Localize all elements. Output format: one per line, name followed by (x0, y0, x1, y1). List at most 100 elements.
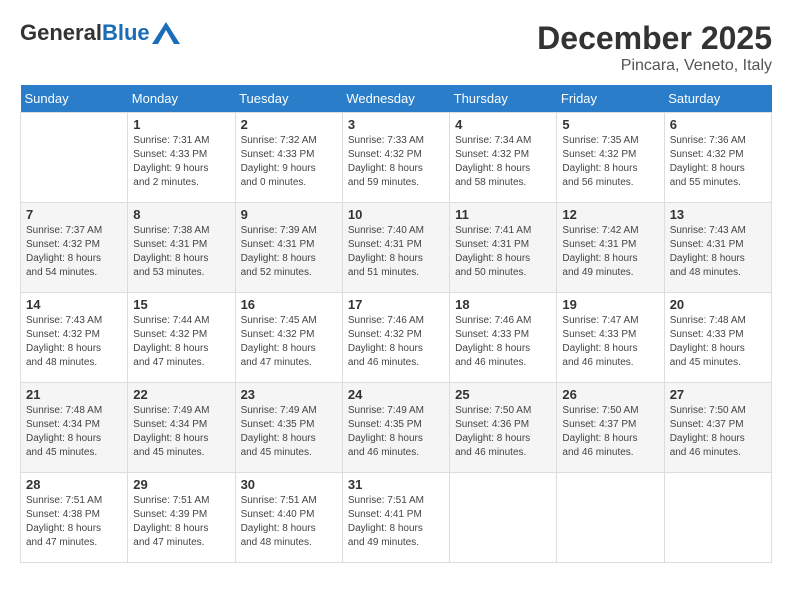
day-info: Sunrise: 7:51 AMSunset: 4:39 PMDaylight:… (133, 494, 229, 550)
calendar-week-4: 21 Sunrise: 7:48 AMSunset: 4:34 PMDayligh… (21, 383, 772, 473)
day-info: Sunrise: 7:50 AMSunset: 4:36 PMDaylight:… (455, 404, 551, 460)
day-info: Sunrise: 7:34 AMSunset: 4:32 PMDaylight:… (455, 134, 551, 190)
calendar-header-row: SundayMondayTuesdayWednesdayThursdayFrid… (21, 85, 772, 113)
day-number: 13 (670, 207, 766, 222)
day-number: 27 (670, 387, 766, 402)
day-info: Sunrise: 7:31 AMSunset: 4:33 PMDaylight:… (133, 134, 229, 190)
day-info: Sunrise: 7:49 AMSunset: 4:35 PMDaylight:… (241, 404, 337, 460)
day-number: 9 (241, 207, 337, 222)
day-info: Sunrise: 7:39 AMSunset: 4:31 PMDaylight:… (241, 224, 337, 280)
day-info: Sunrise: 7:46 AMSunset: 4:33 PMDaylight:… (455, 314, 551, 370)
calendar-cell: 3 Sunrise: 7:33 AMSunset: 4:32 PMDaylight… (342, 113, 449, 203)
col-header-friday: Friday (557, 85, 664, 113)
calendar-cell: 22Sunrise: 7:49 AMSunset: 4:34 PMDayligh… (128, 383, 235, 473)
calendar-cell (21, 113, 128, 203)
calendar: SundayMondayTuesdayWednesdayThursdayFrid… (20, 85, 772, 563)
day-info: Sunrise: 7:51 AMSunset: 4:40 PMDaylight:… (241, 494, 337, 550)
calendar-week-1: 1Sunrise: 7:31 AMSunset: 4:33 PMDaylight… (21, 113, 772, 203)
calendar-cell: 13 Sunrise: 7:43 AMSunset: 4:31 PMDayligh… (664, 203, 771, 293)
day-info: Sunrise: 7:49 AMSunset: 4:34 PMDaylight:… (133, 404, 229, 460)
title-area: December 2025 Pincara, Veneto, Italy (537, 20, 772, 75)
day-info: Sunrise: 7:42 AMSunset: 4:31 PMDaylight:… (562, 224, 658, 280)
calendar-cell: 23 Sunrise: 7:49 AMSunset: 4:35 PMDayligh… (235, 383, 342, 473)
day-number: 8 (133, 207, 229, 222)
calendar-cell: 15 Sunrise: 7:44 AMSunset: 4:32 PMDayligh… (128, 293, 235, 383)
day-info: Sunrise: 7:37 AMSunset: 4:32 PMDaylight:… (26, 224, 122, 280)
day-number: 15 (133, 297, 229, 312)
calendar-cell: 27 Sunrise: 7:50 AMSunset: 4:37 PMDayligh… (664, 383, 771, 473)
calendar-week-2: 7 Sunrise: 7:37 AMSunset: 4:32 PMDaylight… (21, 203, 772, 293)
logo-text: GeneralBlue (20, 20, 150, 46)
day-number: 29 (133, 477, 229, 492)
calendar-cell: 14Sunrise: 7:43 AMSunset: 4:32 PMDayligh… (21, 293, 128, 383)
calendar-cell: 29 Sunrise: 7:51 AMSunset: 4:39 PMDayligh… (128, 473, 235, 563)
day-number: 11 (455, 207, 551, 222)
calendar-cell: 1Sunrise: 7:31 AMSunset: 4:33 PMDaylight… (128, 113, 235, 203)
day-number: 14 (26, 297, 122, 312)
day-number: 6 (670, 117, 766, 132)
day-info: Sunrise: 7:48 AMSunset: 4:34 PMDaylight:… (26, 404, 122, 460)
calendar-week-3: 14Sunrise: 7:43 AMSunset: 4:32 PMDayligh… (21, 293, 772, 383)
calendar-cell: 28 Sunrise: 7:51 AMSunset: 4:38 PMDayligh… (21, 473, 128, 563)
day-number: 21 (26, 387, 122, 402)
day-info: Sunrise: 7:43 AMSunset: 4:31 PMDaylight:… (670, 224, 766, 280)
day-info: Sunrise: 7:32 AMSunset: 4:33 PMDaylight:… (241, 134, 337, 190)
day-number: 28 (26, 477, 122, 492)
day-info: Sunrise: 7:44 AMSunset: 4:32 PMDaylight:… (133, 314, 229, 370)
day-info: Sunrise: 7:40 AMSunset: 4:31 PMDaylight:… (348, 224, 444, 280)
day-number: 25 (455, 387, 551, 402)
day-info: Sunrise: 7:51 AMSunset: 4:41 PMDaylight:… (348, 494, 444, 550)
calendar-cell: 25 Sunrise: 7:50 AMSunset: 4:36 PMDayligh… (450, 383, 557, 473)
calendar-week-5: 28 Sunrise: 7:51 AMSunset: 4:38 PMDayligh… (21, 473, 772, 563)
calendar-cell: 16Sunrise: 7:45 AMSunset: 4:32 PMDayligh… (235, 293, 342, 383)
day-info: Sunrise: 7:51 AMSunset: 4:38 PMDaylight:… (26, 494, 122, 550)
day-info: Sunrise: 7:47 AMSunset: 4:33 PMDaylight:… (562, 314, 658, 370)
col-header-wednesday: Wednesday (342, 85, 449, 113)
calendar-cell: 20Sunrise: 7:48 AMSunset: 4:33 PMDayligh… (664, 293, 771, 383)
calendar-cell: 2Sunrise: 7:32 AMSunset: 4:33 PMDaylight… (235, 113, 342, 203)
calendar-cell: 8Sunrise: 7:38 AMSunset: 4:31 PMDaylight… (128, 203, 235, 293)
day-number: 17 (348, 297, 444, 312)
calendar-cell: 24 Sunrise: 7:49 AMSunset: 4:35 PMDayligh… (342, 383, 449, 473)
col-header-monday: Monday (128, 85, 235, 113)
calendar-cell: 9 Sunrise: 7:39 AMSunset: 4:31 PMDaylight… (235, 203, 342, 293)
day-number: 18 (455, 297, 551, 312)
day-info: Sunrise: 7:50 AMSunset: 4:37 PMDaylight:… (562, 404, 658, 460)
calendar-cell (557, 473, 664, 563)
calendar-cell: 4 Sunrise: 7:34 AMSunset: 4:32 PMDaylight… (450, 113, 557, 203)
day-info: Sunrise: 7:41 AMSunset: 4:31 PMDaylight:… (455, 224, 551, 280)
col-header-saturday: Saturday (664, 85, 771, 113)
calendar-cell (450, 473, 557, 563)
day-number: 7 (26, 207, 122, 222)
calendar-cell: 5 Sunrise: 7:35 AMSunset: 4:32 PMDaylight… (557, 113, 664, 203)
col-header-sunday: Sunday (21, 85, 128, 113)
calendar-cell: 21 Sunrise: 7:48 AMSunset: 4:34 PMDayligh… (21, 383, 128, 473)
day-info: Sunrise: 7:36 AMSunset: 4:32 PMDaylight:… (670, 134, 766, 190)
col-header-thursday: Thursday (450, 85, 557, 113)
day-info: Sunrise: 7:35 AMSunset: 4:32 PMDaylight:… (562, 134, 658, 190)
day-number: 23 (241, 387, 337, 402)
day-number: 16 (241, 297, 337, 312)
calendar-cell: 12Sunrise: 7:42 AMSunset: 4:31 PMDayligh… (557, 203, 664, 293)
month-title: December 2025 (537, 20, 772, 57)
calendar-cell (664, 473, 771, 563)
calendar-cell: 7 Sunrise: 7:37 AMSunset: 4:32 PMDaylight… (21, 203, 128, 293)
location: Pincara, Veneto, Italy (537, 57, 772, 75)
day-info: Sunrise: 7:50 AMSunset: 4:37 PMDaylight:… (670, 404, 766, 460)
logo-blue: Blue (102, 20, 150, 45)
day-info: Sunrise: 7:33 AMSunset: 4:32 PMDaylight:… (348, 134, 444, 190)
day-number: 24 (348, 387, 444, 402)
logo: GeneralBlue (20, 20, 180, 46)
day-info: Sunrise: 7:46 AMSunset: 4:32 PMDaylight:… (348, 314, 444, 370)
logo-general: General (20, 20, 102, 45)
day-number: 26 (562, 387, 658, 402)
day-number: 3 (348, 117, 444, 132)
calendar-cell: 19Sunrise: 7:47 AMSunset: 4:33 PMDayligh… (557, 293, 664, 383)
day-number: 20 (670, 297, 766, 312)
col-header-tuesday: Tuesday (235, 85, 342, 113)
calendar-cell: 17 Sunrise: 7:46 AMSunset: 4:32 PMDayligh… (342, 293, 449, 383)
calendar-cell: 18 Sunrise: 7:46 AMSunset: 4:33 PMDayligh… (450, 293, 557, 383)
day-number: 5 (562, 117, 658, 132)
day-info: Sunrise: 7:49 AMSunset: 4:35 PMDaylight:… (348, 404, 444, 460)
day-number: 4 (455, 117, 551, 132)
